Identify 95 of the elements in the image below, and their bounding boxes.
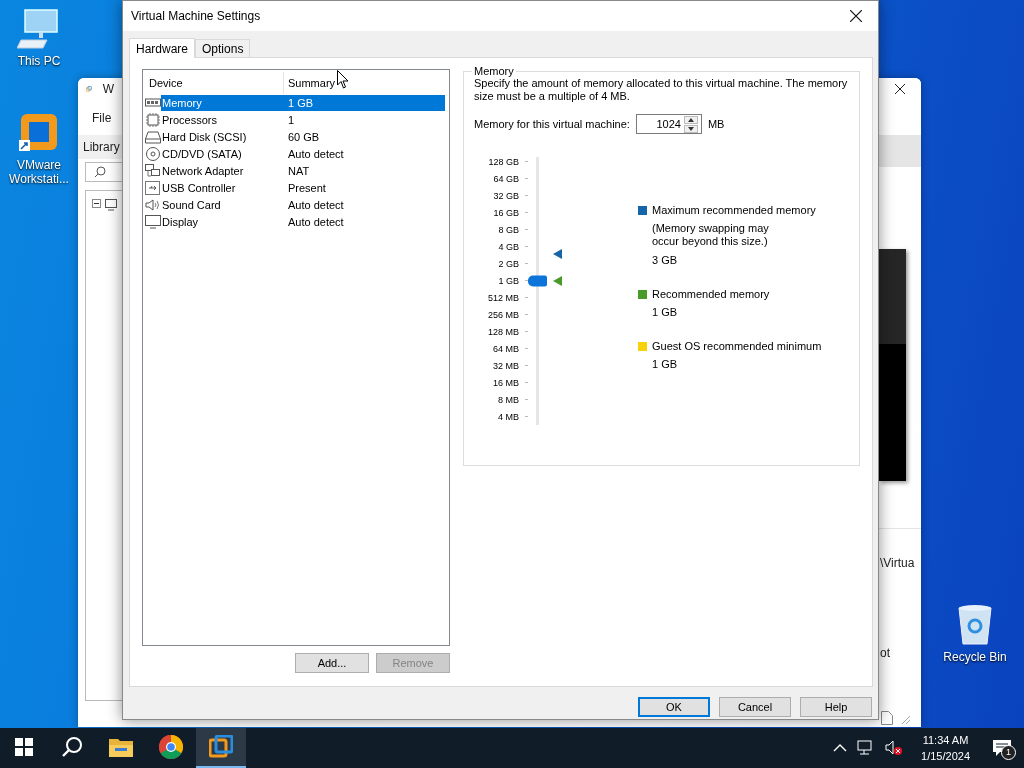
clock-time: 11:34 AM	[922, 733, 969, 748]
chevron-up-icon[interactable]	[833, 744, 848, 752]
folder-icon	[109, 737, 133, 757]
search-icon	[61, 736, 83, 758]
group-title: Memory	[473, 65, 515, 77]
description-text: Specify the amount of memory allocated to this virtual machine. The memory size must be a multiple of 4 MB.	[474, 77, 849, 103]
device-name[interactable]: CD/DVD (SATA)	[161, 145, 284, 162]
scale-label: 16 GB	[493, 207, 519, 218]
unit-label: MB	[707, 118, 725, 130]
device-name[interactable]: Display	[161, 213, 284, 230]
resize-grip-icon	[899, 713, 911, 725]
chip-icon	[145, 112, 161, 127]
scale-label: 32 GB	[493, 190, 519, 201]
device-name[interactable]: USB Controller	[161, 179, 284, 196]
column-header[interactable]: Device	[145, 72, 284, 94]
memory-spinbox[interactable]: 1024	[635, 114, 702, 134]
device-name[interactable]: Memory	[161, 94, 284, 111]
disc-icon	[145, 146, 161, 161]
device-name[interactable]: Hard Disk (SCSI)	[161, 128, 284, 145]
detail-text: ot	[880, 646, 890, 660]
legend-note: (Memory swapping may occur beyond this size.)	[652, 222, 770, 248]
device-summary: Auto detect	[287, 146, 345, 162]
dialog-button[interactable]: Cancel	[719, 696, 791, 717]
scale-label: 128 MB	[487, 326, 519, 337]
device-name[interactable]: Processors	[161, 111, 284, 128]
computer-icon	[105, 199, 117, 211]
down-arrow-icon	[687, 126, 694, 131]
desktop-icon-label[interactable]: Recycle Bin	[940, 650, 1010, 664]
field-label: Memory for this virtual machine:	[474, 118, 630, 130]
browser-icon	[159, 735, 183, 759]
scale-label: 8 MB	[498, 394, 519, 405]
notification-button[interactable]: 1	[988, 734, 1016, 762]
tab[interactable]: Options	[195, 39, 251, 57]
tab[interactable]: Hardware	[129, 38, 196, 58]
window-title: Virtual Machine Settings	[131, 9, 261, 23]
scale-label: 2 GB	[498, 258, 519, 269]
legend-label: Recommended memory	[652, 288, 770, 300]
app-icon	[209, 735, 233, 759]
legend-label: Guest OS recommended minimum	[652, 340, 822, 352]
device-summary: Auto detect	[287, 197, 345, 213]
scale-label: 128 GB	[488, 156, 519, 167]
recycle-bin-icon	[955, 602, 995, 646]
windows-logo-icon	[15, 738, 33, 756]
clock-date: 1/15/2024	[921, 749, 970, 764]
collapse-icon[interactable]	[92, 199, 101, 208]
close-icon	[850, 10, 862, 22]
computer-icon	[17, 8, 61, 50]
scale-label: 256 MB	[487, 309, 519, 320]
dialog-button[interactable]: OK	[638, 696, 710, 717]
scale-label: 64 GB	[493, 173, 519, 184]
device-name[interactable]: Sound Card	[161, 196, 284, 213]
device-summary: NAT	[287, 163, 311, 179]
close-icon[interactable]	[895, 84, 905, 94]
add-button[interactable]: Add...	[295, 653, 369, 673]
device-summary: Present	[287, 180, 327, 196]
scale-label: 32 MB	[493, 360, 519, 371]
device-summary: 1	[287, 112, 296, 128]
column-header[interactable]: Summary	[284, 72, 447, 94]
desktop-icon-label[interactable]: VMware Workstati...	[4, 158, 74, 186]
scale-label: 64 MB	[493, 343, 519, 354]
legend-value: 1 GB	[652, 306, 679, 318]
scale-label: 16 MB	[493, 377, 519, 388]
device-summary: 1 GB	[284, 94, 445, 111]
scale-label: 8 GB	[498, 224, 519, 235]
device-summary: 60 GB	[287, 129, 321, 145]
spin-up-button[interactable]	[683, 115, 698, 124]
legend-value: 1 GB	[652, 358, 679, 370]
scale-label: 1 GB	[498, 275, 519, 286]
scale-label: 4 MB	[498, 411, 519, 422]
slider-thumb[interactable]	[528, 275, 547, 287]
usb-icon	[145, 180, 161, 195]
memory-icon	[145, 95, 161, 110]
network-icon	[145, 163, 161, 178]
monitor-icon	[145, 214, 161, 229]
device-name[interactable]: Network Adapter	[161, 162, 284, 179]
clock[interactable]: 11:34 AM 1/15/2024	[921, 732, 970, 764]
legend-label: Maximum recommended memory	[652, 204, 816, 216]
volume-muted-icon[interactable]	[885, 740, 904, 756]
device-summary: Auto detect	[287, 214, 345, 230]
desktop-icon-label[interactable]: This PC	[4, 54, 74, 68]
up-arrow-icon	[687, 117, 694, 122]
search-icon	[94, 166, 106, 178]
path-text: \Virtua	[880, 556, 915, 570]
speaker-icon	[145, 197, 161, 212]
spin-down-button[interactable]	[683, 124, 698, 133]
dialog-button[interactable]: Help	[800, 696, 872, 717]
menu-item[interactable]: File	[92, 110, 112, 125]
notification-count: 1	[1001, 745, 1016, 760]
library-label: Library	[83, 140, 120, 154]
memory-input[interactable]: 1024	[636, 118, 684, 130]
cursor-icon	[337, 70, 349, 89]
scale-label: 512 MB	[487, 292, 519, 303]
scale-label: 4 GB	[498, 241, 519, 252]
legend-value: 3 GB	[652, 254, 679, 266]
window-title: W	[102, 82, 114, 96]
